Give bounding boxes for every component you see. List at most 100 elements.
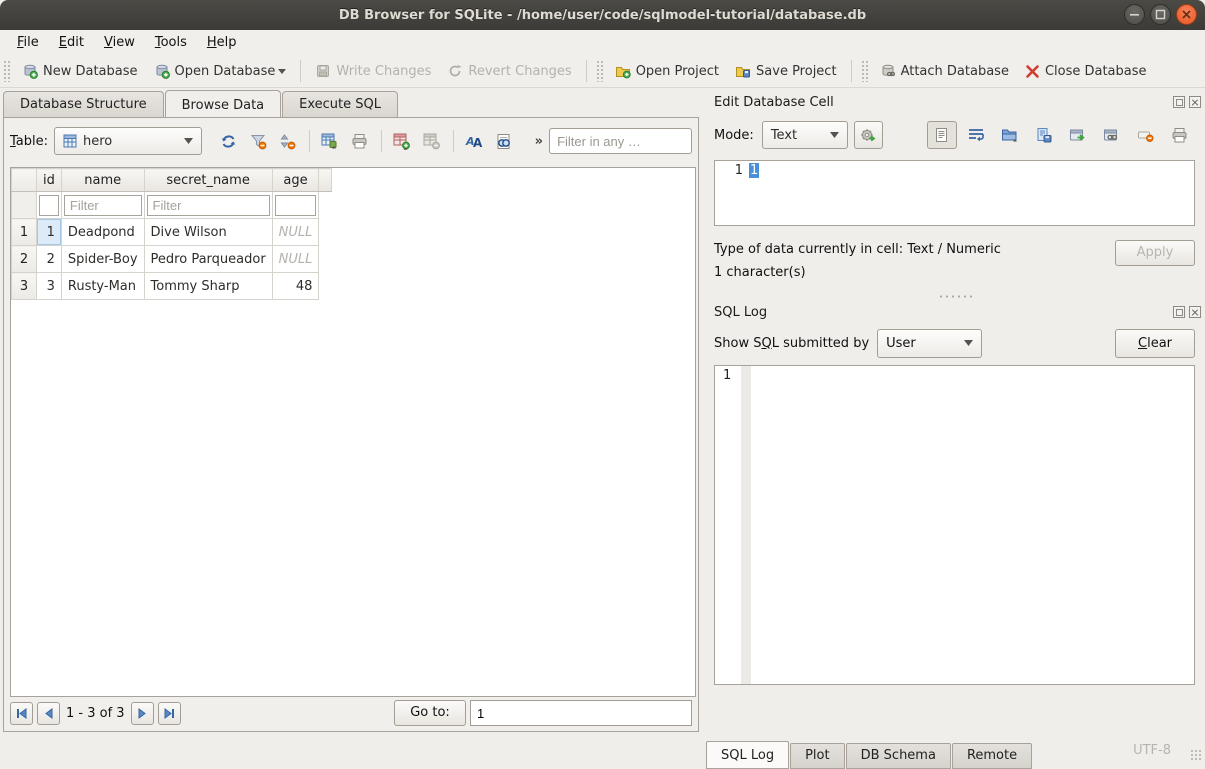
close-database-button[interactable]: Close Database xyxy=(1017,59,1155,84)
cell-name[interactable]: Spider-Boy xyxy=(61,246,144,273)
next-record-icon xyxy=(138,708,147,719)
new-database-button[interactable]: New Database xyxy=(14,58,146,84)
cell-secret-name[interactable]: Pedro Parqueador xyxy=(144,246,272,273)
main-toolbar: New Database Open Database Write Changes xyxy=(0,55,1205,88)
text-mode-button[interactable] xyxy=(927,121,957,149)
attach-database-button[interactable]: Attach Database xyxy=(872,58,1017,84)
column-header-name[interactable]: name xyxy=(61,169,144,192)
print-cell-button[interactable] xyxy=(1165,121,1195,149)
mode-combobox[interactable]: Text xyxy=(762,121,848,149)
next-record-button[interactable] xyxy=(131,702,154,725)
clear-all-filters-button[interactable] xyxy=(243,127,273,155)
close-icon[interactable] xyxy=(1176,4,1197,25)
cell-name[interactable]: Deadpond xyxy=(61,219,144,246)
menu-help[interactable]: Help xyxy=(198,32,246,53)
filter-input-id[interactable] xyxy=(39,195,59,216)
selected-text: 1 xyxy=(749,163,759,178)
cell-id[interactable]: 1 xyxy=(37,219,62,246)
row-header[interactable]: 1 xyxy=(12,219,37,246)
sql-source-combobox[interactable]: User xyxy=(877,329,982,358)
cell-age[interactable]: NULL xyxy=(272,219,319,246)
save-project-button[interactable]: Save Project xyxy=(727,58,845,84)
title-bar[interactable]: DB Browser for SQLite - /home/user/code/… xyxy=(0,0,1205,30)
column-header-id[interactable]: id xyxy=(37,169,62,192)
encoding-indicator[interactable]: UTF-8 xyxy=(1133,743,1171,758)
menu-file[interactable]: File xyxy=(8,32,48,53)
sql-log-title: SQL Log xyxy=(714,305,767,320)
previous-record-button[interactable] xyxy=(37,702,60,725)
export-table-button[interactable] xyxy=(316,127,346,155)
toolbar-grip[interactable] xyxy=(3,60,11,82)
revert-changes-button[interactable]: Revert Changes xyxy=(439,58,579,84)
apply-button[interactable]: Apply xyxy=(1115,240,1195,266)
browse-toolbar: Table: hero xyxy=(10,126,692,156)
clear-sort-button[interactable] xyxy=(273,127,303,155)
float-panel-icon[interactable] xyxy=(1173,96,1185,108)
refresh-button[interactable] xyxy=(214,127,244,155)
toolbar-separator xyxy=(300,60,301,82)
filter-input-age[interactable] xyxy=(275,195,317,216)
filter-input-name[interactable] xyxy=(64,195,142,216)
clear-log-button[interactable]: Clear xyxy=(1115,329,1195,358)
close-panel-icon[interactable] xyxy=(1189,306,1201,318)
filter-any-column-input[interactable] xyxy=(549,128,692,154)
toolbar-grip[interactable] xyxy=(861,60,869,82)
edit-display-format-button[interactable]: A A xyxy=(460,127,490,155)
cell-secret-name[interactable]: Tommy Sharp xyxy=(144,273,272,300)
tab-browse-data[interactable]: Browse Data xyxy=(165,90,282,119)
print-rows-button[interactable] xyxy=(345,127,375,155)
cell-age[interactable]: NULL xyxy=(272,246,319,273)
word-wrap-button[interactable] xyxy=(961,121,991,149)
import-data-button[interactable] xyxy=(995,121,1025,149)
menu-view[interactable]: View xyxy=(95,32,144,53)
toolbar-grip[interactable] xyxy=(596,60,604,82)
open-in-external-button[interactable] xyxy=(1063,121,1093,149)
toolbar-overflow-chevron[interactable]: » xyxy=(535,134,543,149)
float-panel-icon[interactable] xyxy=(1173,306,1185,318)
open-project-button[interactable]: Open Project xyxy=(607,58,727,84)
set-null-button[interactable] xyxy=(1131,121,1161,149)
revert-changes-icon xyxy=(447,63,463,79)
tab-database-structure[interactable]: Database Structure xyxy=(3,91,164,118)
panel-splitter[interactable] xyxy=(706,290,1205,302)
table-combobox[interactable]: hero xyxy=(54,127,202,155)
row-header[interactable]: 3 xyxy=(12,273,37,300)
minimize-icon[interactable] xyxy=(1124,4,1145,25)
goto-record-input[interactable] xyxy=(470,700,692,726)
filter-input-secret-name[interactable] xyxy=(147,195,270,216)
cell-id[interactable]: 3 xyxy=(37,273,62,300)
insert-record-button[interactable] xyxy=(388,127,418,155)
resize-grip[interactable] xyxy=(1190,749,1202,761)
auto-switch-mode-button[interactable] xyxy=(854,121,883,149)
text-document-icon xyxy=(934,127,949,143)
write-changes-button[interactable]: Write Changes xyxy=(307,58,439,84)
clear-filter-icon xyxy=(250,133,267,150)
export-data-button[interactable] xyxy=(1029,121,1059,149)
tab-execute-sql[interactable]: Execute SQL xyxy=(282,91,398,118)
close-panel-icon[interactable] xyxy=(1189,96,1201,108)
row-header[interactable]: 2 xyxy=(12,246,37,273)
open-database-caret-icon xyxy=(278,69,286,74)
delete-record-button[interactable] xyxy=(417,127,447,155)
find-in-table-button[interactable] xyxy=(489,127,519,155)
cell-age[interactable]: 48 xyxy=(272,273,319,300)
cell-editor[interactable]: 1 1 xyxy=(714,160,1195,226)
cell-editor-content[interactable]: 1 xyxy=(749,161,1194,225)
menu-edit[interactable]: Edit xyxy=(50,32,93,53)
column-header-age[interactable]: age xyxy=(272,169,319,192)
first-record-button[interactable] xyxy=(10,702,33,725)
cell-empty xyxy=(319,219,332,246)
maximize-icon[interactable] xyxy=(1150,4,1171,25)
open-database-button[interactable]: Open Database xyxy=(146,58,295,84)
cell-secret-name[interactable]: Dive Wilson xyxy=(144,219,272,246)
copy-link-button[interactable] xyxy=(1097,121,1127,149)
cell-name[interactable]: Rusty-Man xyxy=(61,273,144,300)
goto-button[interactable]: Go to: xyxy=(394,700,466,726)
last-record-button[interactable] xyxy=(158,702,181,725)
sql-log-editor[interactable]: 1 xyxy=(714,365,1195,685)
grid-corner[interactable] xyxy=(12,169,37,192)
menu-tools[interactable]: Tools xyxy=(146,32,196,53)
cell-id[interactable]: 2 xyxy=(37,246,62,273)
word-wrap-icon xyxy=(968,128,984,142)
column-header-secret-name[interactable]: secret_name xyxy=(144,169,272,192)
